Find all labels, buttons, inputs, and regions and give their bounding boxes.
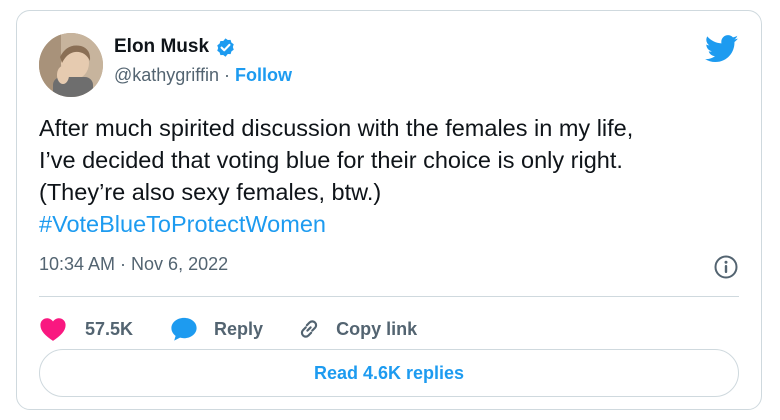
read-replies-button[interactable]: Read 4.6K replies (39, 349, 739, 397)
handle-separator: · (224, 65, 231, 85)
tweet-text: After much spirited discussion with the … (39, 112, 739, 240)
tweet-text-line: (They’re also sexy females, btw.) (39, 179, 382, 205)
verified-badge-icon (215, 37, 236, 58)
author-handle-row: @kathygriffin · Follow (114, 65, 292, 86)
tweet-text-line: I’ve decided that voting blue for their … (39, 147, 623, 173)
follow-button[interactable]: Follow (235, 65, 292, 85)
copy-link-label: Copy link (336, 318, 418, 339)
action-bar: 57.5K Reply Copy link (39, 307, 417, 351)
author-handle[interactable]: @kathygriffin (114, 65, 219, 85)
hashtag-link[interactable]: #VoteBlueToProtectWomen (39, 208, 739, 240)
copy-link-button[interactable]: Copy link (296, 316, 417, 342)
reply-label: Reply (214, 318, 264, 339)
twitter-bird-icon[interactable] (704, 35, 739, 63)
divider (39, 296, 739, 297)
reply-button[interactable]: Reply (170, 316, 263, 342)
tweet-timestamp[interactable]: 10:34 AM · Nov 6, 2022 (39, 254, 228, 275)
tweet-card: Elon Musk @kathygriffin · Follow After m… (16, 10, 762, 410)
like-count: 57.5K (85, 318, 134, 339)
tweet-text-line: After much spirited discussion with the … (39, 115, 634, 141)
author-display-name[interactable]: Elon Musk (114, 36, 209, 58)
heart-icon (39, 316, 67, 342)
link-icon (296, 316, 322, 342)
author-name-row: Elon Musk (114, 36, 236, 58)
avatar[interactable] (39, 33, 103, 97)
like-button[interactable]: 57.5K (39, 316, 133, 342)
speech-bubble-icon (170, 316, 198, 342)
info-icon[interactable] (713, 254, 739, 280)
